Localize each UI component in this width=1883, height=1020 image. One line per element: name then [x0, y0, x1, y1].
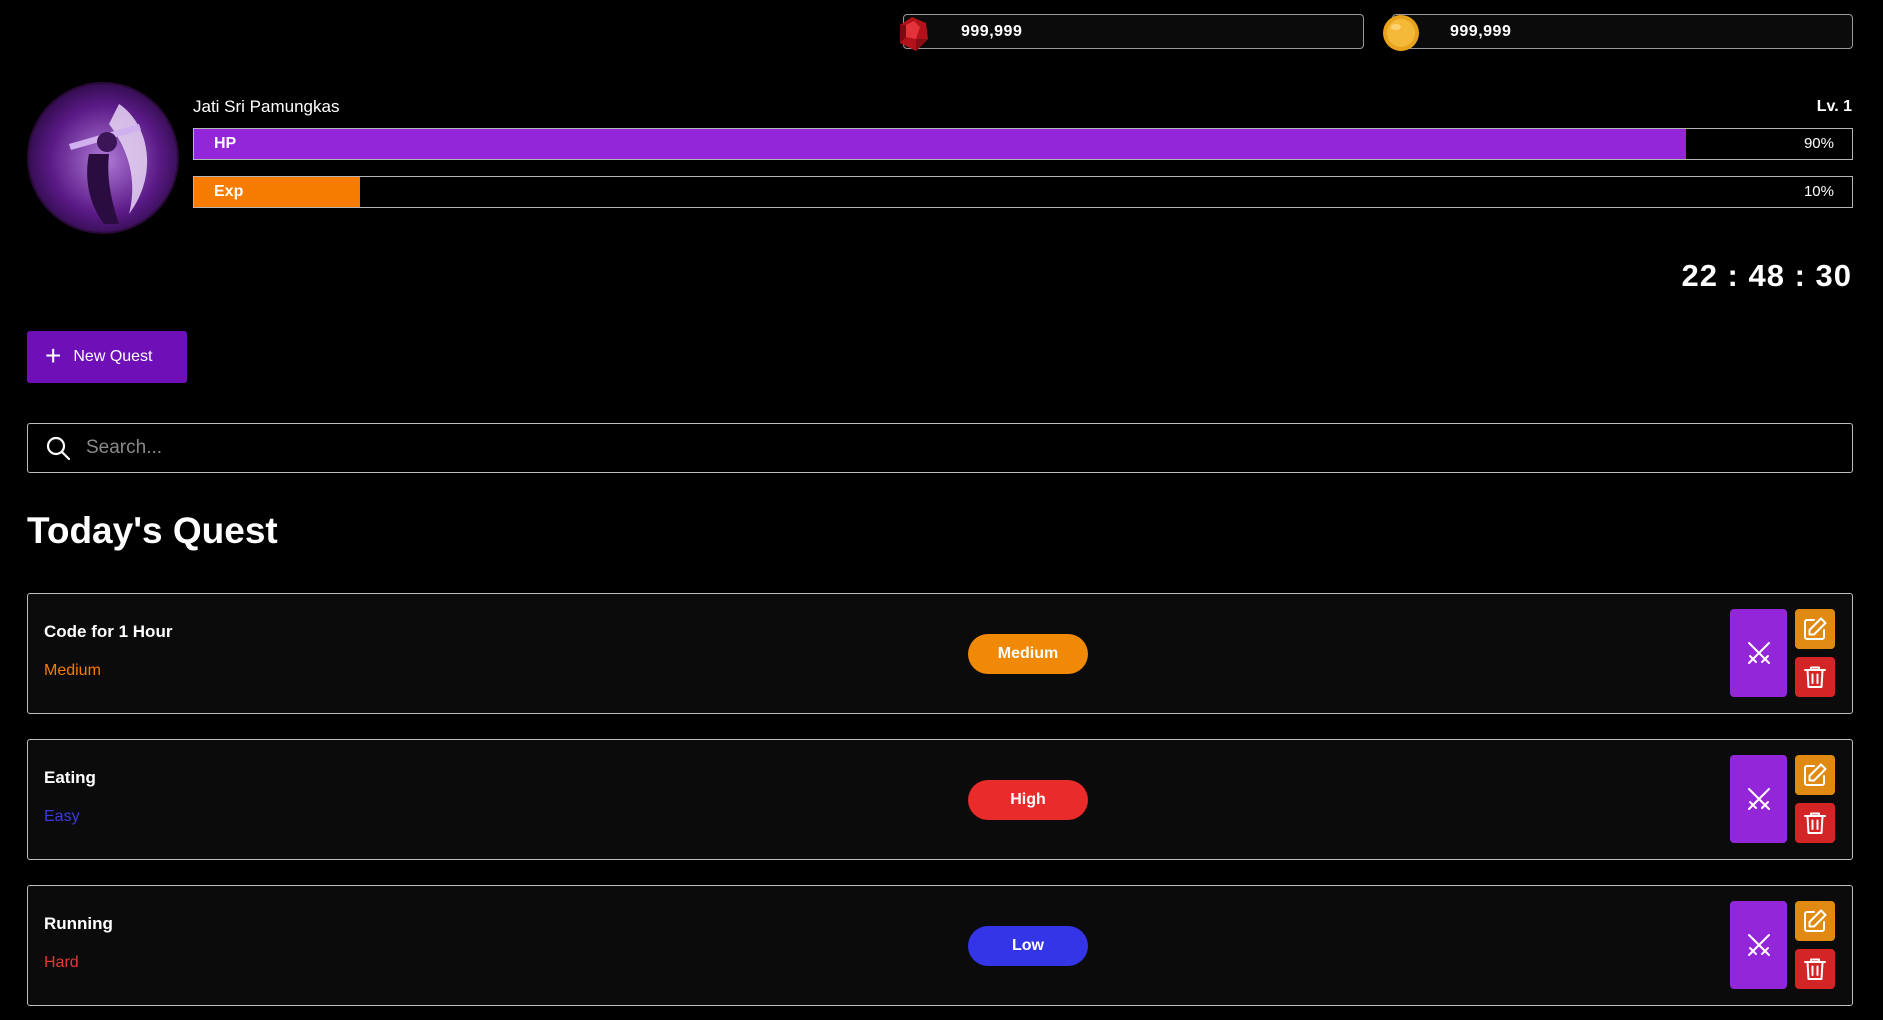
coin-amount: 999,999 [1450, 23, 1512, 40]
quest-name: Eating [44, 768, 96, 787]
edit-icon [1804, 763, 1827, 786]
edit-button[interactable] [1795, 609, 1835, 649]
exp-label: Exp [214, 183, 244, 200]
trash-icon [1804, 958, 1826, 980]
delete-button[interactable] [1795, 949, 1835, 989]
edit-icon [1804, 617, 1827, 640]
edit-button[interactable] [1795, 901, 1835, 941]
crossed-swords-icon [1747, 934, 1770, 956]
edit-button[interactable] [1795, 755, 1835, 795]
quest-card[interactable]: Code for 1 Hour Medium Medium [27, 593, 1853, 714]
section-title: Today's Quest [27, 510, 278, 551]
search-bar [27, 423, 1853, 473]
coin-icon [1383, 15, 1419, 51]
quest-card[interactable]: Running Hard Low [27, 885, 1853, 1006]
countdown-clock: 22 : 48 : 30 [1681, 258, 1852, 293]
gem-amount: 999,999 [961, 23, 1023, 40]
delete-button[interactable] [1795, 657, 1835, 697]
search-icon [46, 436, 71, 461]
gem-counter: 999,999 [900, 14, 1364, 51]
quest-name: Running [44, 914, 113, 933]
ruby-icon [900, 17, 928, 51]
attack-button[interactable] [1730, 755, 1787, 843]
hp-bar-fill [194, 129, 1687, 159]
new-quest-button[interactable]: + New Quest [27, 331, 187, 383]
avatar[interactable] [27, 82, 179, 234]
new-quest-label: New Quest [73, 348, 153, 365]
trash-icon [1804, 812, 1826, 834]
coin-counter: 999,999 [1383, 14, 1853, 51]
exp-bar: Exp 10% [193, 176, 1853, 208]
trash-icon [1804, 666, 1826, 688]
priority-badge: High [968, 780, 1088, 820]
hp-bar: HP 90% [193, 128, 1853, 160]
player-name: Jati Sri Pamungkas [193, 97, 340, 116]
player-level: Lv. 1 [1816, 98, 1852, 115]
search-input[interactable] [86, 437, 1852, 459]
hp-percent: 90% [1803, 135, 1834, 152]
exp-percent: 10% [1803, 183, 1834, 200]
quest-difficulty: Medium [44, 662, 101, 679]
priority-badge: Low [968, 926, 1088, 966]
attack-button[interactable] [1730, 609, 1787, 697]
crossed-swords-icon [1747, 642, 1770, 664]
priority-badge: Medium [968, 634, 1088, 674]
hp-label: HP [214, 135, 237, 152]
edit-icon [1804, 909, 1827, 932]
quest-difficulty: Easy [44, 808, 80, 825]
quest-name: Code for 1 Hour [44, 622, 173, 641]
quest-difficulty: Hard [44, 954, 79, 971]
quest-app: 999,999 999,999 Jati Sri Pamungkas Lv. 1… [0, 0, 1883, 1020]
delete-button[interactable] [1795, 803, 1835, 843]
quest-card[interactable]: Eating Easy High [27, 739, 1853, 860]
crossed-swords-icon [1747, 788, 1770, 810]
attack-button[interactable] [1730, 901, 1787, 989]
avatar-image [29, 84, 177, 232]
plus-icon: + [45, 339, 62, 371]
